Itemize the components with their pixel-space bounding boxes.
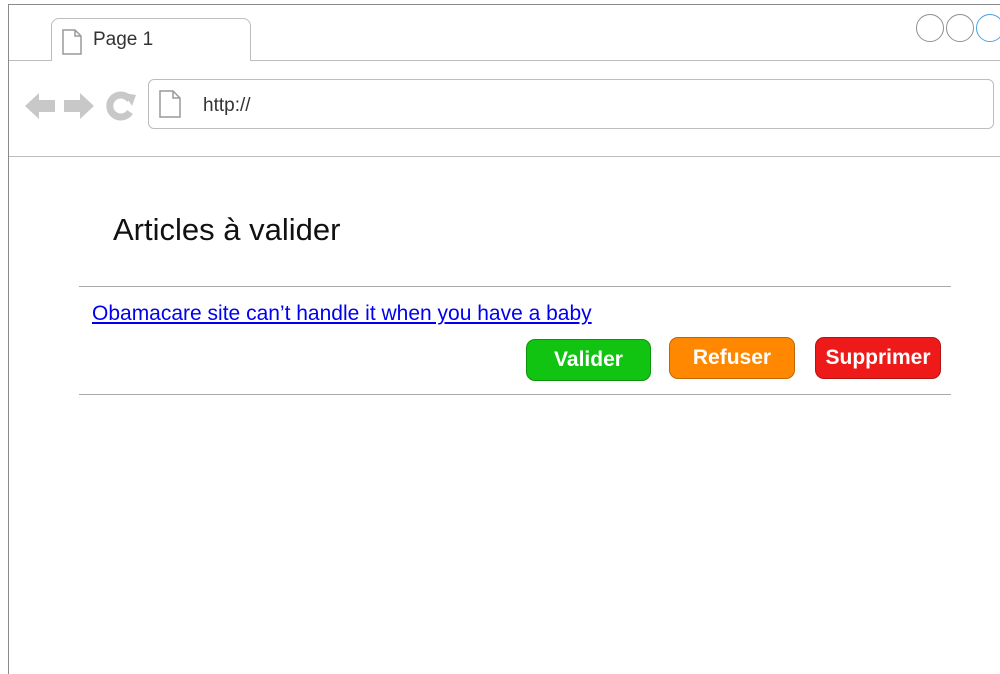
divider-bottom xyxy=(79,394,951,395)
restore-button[interactable] xyxy=(946,14,974,42)
delete-button[interactable]: Supprimer xyxy=(815,337,941,379)
page-content: Articles à valider Obamacare site can’t … xyxy=(9,157,1000,665)
divider-top xyxy=(79,286,951,287)
page-title: Articles à valider xyxy=(113,212,341,247)
back-arrow-icon[interactable] xyxy=(23,90,57,127)
article-link[interactable]: Obamacare site can’t handle it when you … xyxy=(92,302,592,326)
reload-icon[interactable] xyxy=(105,90,137,127)
url-text: http:// xyxy=(203,95,251,116)
address-bar[interactable]: http:// xyxy=(148,79,994,129)
maximize-button[interactable] xyxy=(976,14,1000,42)
page-icon xyxy=(62,29,82,60)
forward-arrow-icon[interactable] xyxy=(62,90,96,127)
navigation-bar: http:// xyxy=(9,61,1000,157)
tab-strip: Page 1 xyxy=(9,5,1000,61)
refuse-button[interactable]: Refuser xyxy=(669,337,795,379)
validate-button[interactable]: Valider xyxy=(526,339,651,381)
tab-page-1[interactable]: Page 1 xyxy=(51,18,251,61)
tab-label: Page 1 xyxy=(93,29,154,50)
minimize-button[interactable] xyxy=(916,14,944,42)
window-controls xyxy=(916,14,1000,42)
page-icon xyxy=(159,90,181,123)
